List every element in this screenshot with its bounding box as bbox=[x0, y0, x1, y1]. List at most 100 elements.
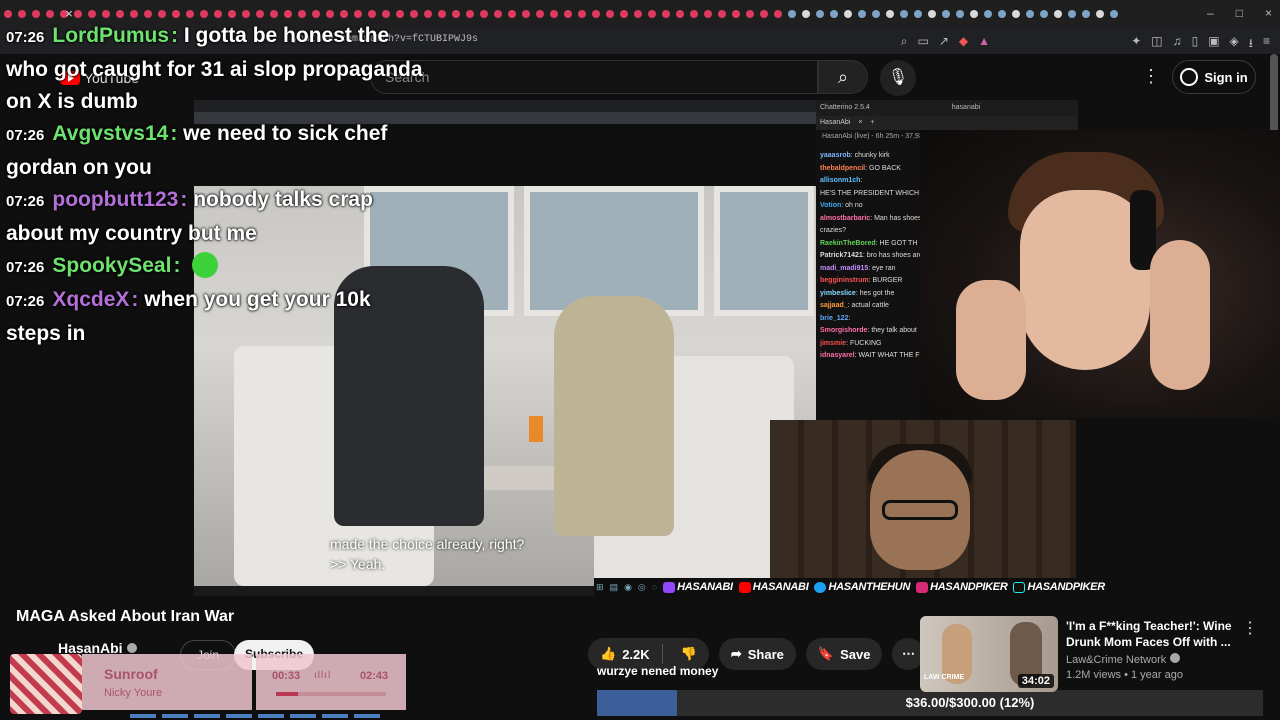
tab-favicon[interactable] bbox=[256, 10, 264, 18]
tab-favicon[interactable] bbox=[536, 10, 544, 18]
voice-search-button[interactable]: 🎙 bbox=[880, 60, 916, 96]
tab-favicon[interactable] bbox=[18, 10, 26, 18]
tab-favicon[interactable] bbox=[928, 10, 936, 18]
tab-favicon[interactable] bbox=[620, 10, 628, 18]
download-icon[interactable]: ⭳ bbox=[1249, 34, 1253, 55]
tab-favicon[interactable] bbox=[312, 10, 320, 18]
tab-favicon[interactable] bbox=[998, 10, 1006, 18]
tab-favicon[interactable] bbox=[592, 10, 600, 18]
tab-favicon[interactable] bbox=[1012, 10, 1020, 18]
tab-favicon[interactable] bbox=[984, 10, 992, 18]
tab-favicon[interactable] bbox=[550, 10, 558, 18]
tab-favicon[interactable] bbox=[606, 10, 614, 18]
tab-favicon[interactable] bbox=[508, 10, 516, 18]
zoom-icon[interactable]: ⌕ bbox=[901, 34, 908, 49]
recommended-thumbnail[interactable]: LAW CRIME 34:02 bbox=[920, 616, 1058, 692]
tab-favicon[interactable] bbox=[886, 10, 894, 18]
tab-favicon[interactable] bbox=[4, 10, 12, 18]
tab-favicon[interactable] bbox=[760, 10, 768, 18]
maximize-button[interactable]: □ bbox=[1236, 6, 1243, 20]
tab-favicon[interactable] bbox=[830, 10, 838, 18]
tab-favicon[interactable] bbox=[690, 10, 698, 18]
tab-favicon[interactable] bbox=[130, 10, 138, 18]
tab-favicon[interactable] bbox=[1082, 10, 1090, 18]
sidebar-icon[interactable]: ▯ bbox=[1192, 34, 1199, 55]
tab-favicon[interactable] bbox=[1110, 10, 1118, 18]
tab-favicon[interactable] bbox=[956, 10, 964, 18]
tab-favicon[interactable] bbox=[354, 10, 362, 18]
tab-favicon[interactable] bbox=[438, 10, 446, 18]
tab-favicon[interactable] bbox=[774, 10, 782, 18]
sign-in-button[interactable]: Sign in bbox=[1172, 60, 1256, 94]
like-button[interactable]: 👍 2.2K bbox=[588, 644, 663, 664]
tab-favicon[interactable] bbox=[298, 10, 306, 18]
tab-favicon[interactable] bbox=[158, 10, 166, 18]
tab-favicon[interactable] bbox=[914, 10, 922, 18]
tab-favicon[interactable] bbox=[466, 10, 474, 18]
tab-favicon[interactable] bbox=[900, 10, 908, 18]
page-scrollbar[interactable] bbox=[1270, 54, 1278, 134]
tab-favicon[interactable] bbox=[144, 10, 152, 18]
save-button[interactable]: 🔖 Save bbox=[805, 638, 883, 670]
tab-favicon[interactable] bbox=[410, 10, 418, 18]
tab-favicon[interactable] bbox=[382, 10, 390, 18]
tab-favicon[interactable] bbox=[116, 10, 124, 18]
tab-favicon[interactable] bbox=[242, 10, 250, 18]
tab-favicon[interactable] bbox=[46, 10, 54, 18]
tab-favicon[interactable] bbox=[788, 10, 796, 18]
tab-favicon[interactable] bbox=[424, 10, 432, 18]
tab-favicon[interactable] bbox=[942, 10, 950, 18]
tab-favicon[interactable] bbox=[564, 10, 572, 18]
brave-shield-icon[interactable]: ◆ bbox=[959, 34, 968, 49]
tab-favicon[interactable] bbox=[32, 10, 40, 18]
settings-kebab-icon[interactable]: ⋮ bbox=[1142, 66, 1160, 87]
menu-icon[interactable]: ≡ bbox=[1263, 34, 1270, 55]
vpn-icon[interactable]: ◈ bbox=[1230, 34, 1239, 55]
tab-favicon[interactable] bbox=[102, 10, 110, 18]
screenshot-icon[interactable]: ◫ bbox=[1151, 34, 1162, 55]
tab-favicon[interactable] bbox=[452, 10, 460, 18]
extensions-icon[interactable]: ✦ bbox=[1131, 34, 1141, 55]
tab-favicon[interactable] bbox=[172, 10, 180, 18]
tab-favicon[interactable] bbox=[368, 10, 376, 18]
tab-favicon[interactable] bbox=[326, 10, 334, 18]
tab-favicon[interactable] bbox=[270, 10, 278, 18]
rewards-icon[interactable]: ▲ bbox=[978, 34, 990, 49]
music-icon[interactable]: ♫ bbox=[1173, 34, 1182, 55]
tab-favicon[interactable] bbox=[480, 10, 488, 18]
recommended-menu-icon[interactable]: ⋮ bbox=[1242, 618, 1258, 638]
wallet-icon[interactable]: ▣ bbox=[1208, 34, 1219, 55]
search-button[interactable]: ⌕ bbox=[818, 60, 868, 94]
minimize-button[interactable]: – bbox=[1207, 6, 1214, 20]
share-button[interactable]: ➦ Share bbox=[718, 638, 796, 670]
tab-favicon[interactable] bbox=[186, 10, 194, 18]
tab-favicon[interactable] bbox=[1040, 10, 1048, 18]
tab-favicon[interactable] bbox=[1096, 10, 1104, 18]
tab-favicon[interactable] bbox=[578, 10, 586, 18]
tab-favicon[interactable] bbox=[718, 10, 726, 18]
tab-favicon[interactable] bbox=[1026, 10, 1034, 18]
tab-favicon[interactable] bbox=[732, 10, 740, 18]
tab-favicon[interactable] bbox=[648, 10, 656, 18]
tab-favicon[interactable] bbox=[494, 10, 502, 18]
close-tab-icon[interactable]: × bbox=[858, 119, 862, 126]
tab-favicon[interactable] bbox=[1054, 10, 1062, 18]
chatterino-tab[interactable]: HasanAbi bbox=[820, 119, 850, 126]
tab-favicon[interactable] bbox=[396, 10, 404, 18]
tab-favicon[interactable] bbox=[214, 10, 222, 18]
tab-favicon[interactable] bbox=[200, 10, 208, 18]
search-input[interactable]: Search bbox=[370, 60, 818, 94]
tab-favicon[interactable] bbox=[704, 10, 712, 18]
recommended-channel[interactable]: Law&Crime Network bbox=[1066, 653, 1181, 666]
share-icon[interactable]: ↗ bbox=[939, 34, 949, 49]
tab-favicon[interactable] bbox=[284, 10, 292, 18]
tab-favicon[interactable] bbox=[872, 10, 880, 18]
tab-favicon[interactable] bbox=[970, 10, 978, 18]
cast-icon[interactable]: ▭ bbox=[917, 34, 928, 49]
tab-favicon[interactable] bbox=[228, 10, 236, 18]
tab-favicon[interactable] bbox=[746, 10, 754, 18]
tab-favicon[interactable] bbox=[88, 10, 96, 18]
recommended-title[interactable]: 'I'm a F**king Teacher!': Wine Drunk Mom… bbox=[1066, 618, 1236, 650]
tab-favicon[interactable] bbox=[676, 10, 684, 18]
tab-favicon[interactable] bbox=[634, 10, 642, 18]
